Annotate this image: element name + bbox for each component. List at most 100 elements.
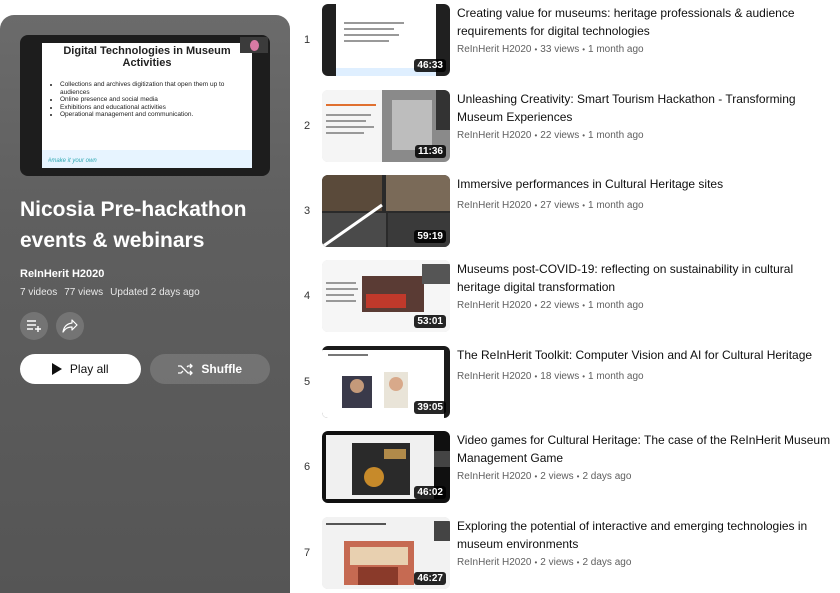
cover-slide-title: Digital Technologies in Museum Activitie… [63,45,231,69]
video-age: 1 month ago [588,200,644,211]
video-info: ReInHerit H2020 • 2 views • 2 days ago [457,557,632,568]
playlist-buttons: Play all Shuffle [20,354,270,384]
video-index: 7 [303,547,311,559]
video-age: 2 days ago [582,471,632,482]
video-title[interactable]: Unleashing Creativity: Smart Tourism Hac… [457,90,840,108]
play-icon [51,363,62,375]
cover-bullet: Operational management and communication… [60,111,252,119]
list-item[interactable]: 2 11:36 Unleashing Creativity: Smart Tou… [300,86,840,162]
video-thumbnail[interactable]: 59:19 [322,175,450,247]
duration-badge: 59:19 [414,230,446,243]
list-item[interactable]: 7 46:27 Exploring the potential of inter… [300,513,840,589]
duration-badge: 46:33 [414,59,446,72]
duration-badge: 39:05 [414,401,446,414]
playlist-title: Nicosia Pre-hackathon events & webinars [20,198,247,252]
list-item[interactable]: 6 46:02 Video games for Cultural Heritag… [300,427,840,503]
shuffle-button[interactable]: Shuffle [149,354,270,384]
webcam-overlay [240,37,268,53]
video-thumbnail[interactable]: 46:33 [322,4,450,76]
duration-badge: 53:01 [414,315,446,328]
duration-badge: 46:27 [414,572,446,585]
video-meta: Immersive performances in Cultural Herit… [457,175,840,211]
share-button[interactable] [56,312,84,340]
save-to-library-button[interactable] [20,312,48,340]
video-thumbnail[interactable]: 39:05 [322,346,450,418]
video-views: 22 views [540,300,580,311]
video-meta: The ReInHerit Toolkit: Computer Vision a… [457,346,840,382]
video-title[interactable]: Immersive performances in Cultural Herit… [457,175,840,193]
channel-name[interactable]: ReInHerit H2020 [457,44,531,55]
video-title-line2[interactable]: heritage digital transformation [457,278,840,296]
list-item[interactable]: 5 39:05 The ReInHerit Toolkit: Computer … [300,342,840,418]
video-info: ReInHerit H2020 • 18 views • 1 month ago [457,371,644,382]
video-index: 5 [303,376,311,388]
share-icon [62,319,78,333]
channel-name[interactable]: ReInHerit H2020 [457,130,531,141]
play-all-button[interactable]: Play all [20,354,141,384]
video-meta: Unleashing Creativity: Smart Tourism Hac… [457,90,840,141]
list-item[interactable]: 4 53:01 Museums post-COVID-19: reflectin… [300,256,840,332]
video-title[interactable]: The ReInHerit Toolkit: Computer Vision a… [457,346,840,364]
video-thumbnail[interactable]: 11:36 [322,90,450,162]
cover-bullet: Online presence and social media [60,96,252,104]
video-views: 27 views [540,200,580,211]
video-info: ReInHerit H2020 • 2 views • 2 days ago [457,471,632,482]
video-title-line2[interactable]: requirements for digital technologies [457,22,840,40]
video-age: 1 month ago [588,44,644,55]
duration-badge: 11:36 [414,145,446,158]
video-title-line2[interactable]: Museum Experiences [457,108,840,126]
list-item[interactable]: 3 59:19 Immersive performances in Cultur… [300,171,840,247]
video-index: 2 [303,120,311,132]
channel-name[interactable]: ReInHerit H2020 [457,471,531,482]
video-title[interactable]: Video games for Cultural Heritage: The c… [457,431,840,449]
video-title[interactable]: Creating value for museums: heritage pro… [457,4,840,22]
duration-badge: 46:02 [414,486,446,499]
list-item[interactable]: 1 46:33 Creating value for museums: heri… [300,0,840,76]
add-to-playlist-icon [27,320,41,332]
channel-name[interactable]: ReInHerit H2020 [457,371,531,382]
video-thumbnail[interactable]: 46:27 [322,517,450,589]
video-thumbnail[interactable]: 46:02 [322,431,450,503]
playlist-owner-link[interactable]: ReInHerit H2020 [20,268,270,280]
video-views: 22 views [540,130,580,141]
video-count: 7 videos [20,287,58,298]
shuffle-icon [178,363,194,375]
video-info: ReInHerit H2020 • 22 views • 1 month ago [457,130,644,141]
video-title-line2[interactable]: museum environments [457,535,840,553]
video-info: ReInHerit H2020 • 27 views • 1 month ago [457,200,644,211]
cover-slide-footer: #make it your own [42,150,252,168]
video-views: 2 views [540,557,574,568]
view-count: 77 views [64,287,104,298]
video-age: 2 days ago [582,557,632,568]
video-info: ReInHerit H2020 • 22 views • 1 month ago [457,300,644,311]
video-meta: Museums post-COVID-19: reflecting on sus… [457,260,840,311]
channel-name[interactable]: ReInHerit H2020 [457,200,531,211]
video-age: 1 month ago [588,371,644,382]
page: Digital Technologies in Museum Activitie… [0,0,840,593]
shuffle-label: Shuffle [201,362,243,376]
cover-slide-bullets: Collections and archives digitization th… [60,81,252,119]
playlist-cover-thumbnail[interactable]: Digital Technologies in Museum Activitie… [20,35,270,176]
video-views: 18 views [540,371,580,382]
video-index: 4 [303,290,311,302]
video-index: 1 [303,34,311,46]
video-age: 1 month ago [588,130,644,141]
video-title-line2[interactable]: Management Game [457,449,840,467]
video-meta: Exploring the potential of interactive a… [457,517,840,568]
video-title[interactable]: Exploring the potential of interactive a… [457,517,840,535]
playlist-actions [20,312,270,340]
play-all-label: Play all [69,362,109,376]
channel-name[interactable]: ReInHerit H2020 [457,557,531,568]
video-views: 2 views [540,471,574,482]
updated-text: Updated 2 days ago [110,287,200,298]
channel-name[interactable]: ReInHerit H2020 [457,300,531,311]
video-meta: Video games for Cultural Heritage: The c… [457,431,840,482]
video-meta: Creating value for museums: heritage pro… [457,4,840,55]
video-index: 6 [303,461,311,473]
playlist-header-panel: Digital Technologies in Museum Activitie… [0,15,290,593]
video-thumbnail[interactable]: 53:01 [322,260,450,332]
cover-bullet: Exhibitions and educational activities [60,104,252,112]
playlist-stats: 7 videos 77 views Updated 2 days ago [20,287,270,298]
video-index: 3 [303,205,311,217]
video-title[interactable]: Museums post-COVID-19: reflecting on sus… [457,260,840,278]
